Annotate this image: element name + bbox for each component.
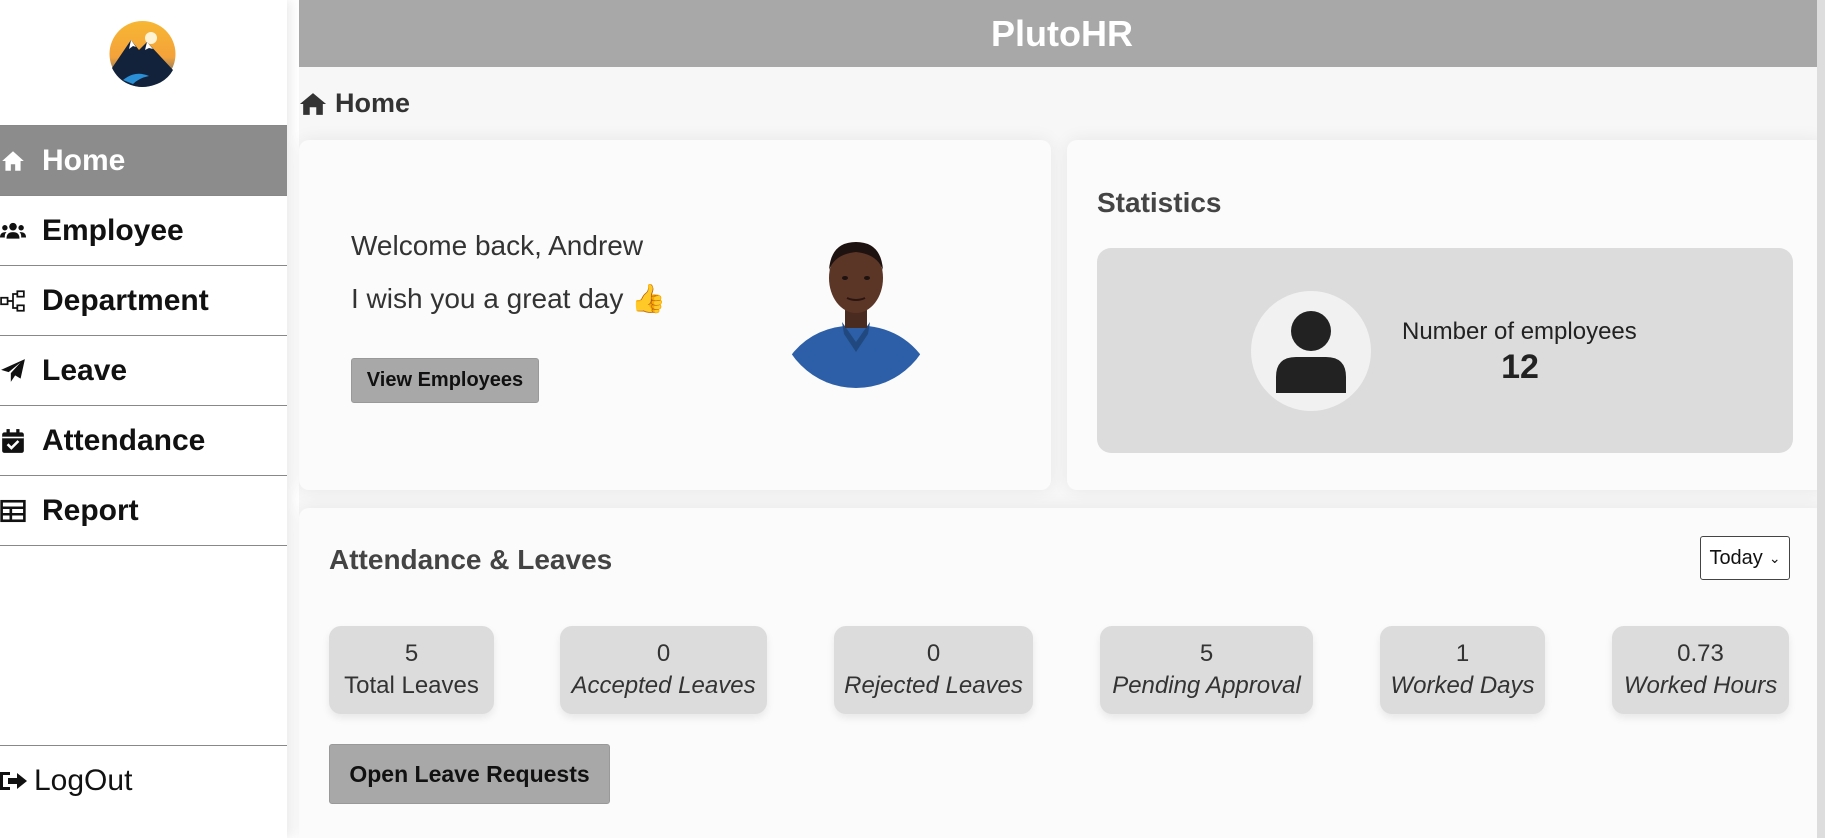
attendance-title: Attendance & Leaves — [329, 544, 613, 575]
open-leave-requests-button[interactable]: Open Leave Requests — [329, 744, 610, 804]
welcome-greeting: Welcome back, Andrew — [351, 230, 644, 261]
sidebar-item-label: Employee — [42, 213, 184, 247]
sidebar: Home Employee Department Leave Attendanc… — [0, 0, 287, 838]
metric-rejected-leaves: 0 Rejected Leaves — [834, 626, 1033, 714]
attendance-leaves-card: Attendance & Leaves Today ⌄ 5 Total Leav… — [299, 508, 1825, 838]
home-icon — [0, 148, 34, 174]
welcome-wish: I wish you a great day 👍 — [351, 283, 667, 314]
main-content: PlutoHR Home Welcome back, Andrew I wish… — [299, 0, 1825, 838]
statistics-title: Statistics — [1097, 187, 1222, 218]
sidebar-item-report[interactable]: Report — [0, 476, 287, 546]
user-icon — [1251, 291, 1371, 411]
sidebar-item-department[interactable]: Department — [0, 266, 287, 336]
scrollbar[interactable] — [1817, 0, 1825, 838]
employee-count-value: 12 — [1501, 348, 1539, 386]
sidebar-item-home[interactable]: Home — [0, 126, 287, 196]
metric-value: 5 — [1199, 640, 1214, 667]
sidebar-item-label: Leave — [42, 353, 128, 387]
employee-count-label: Number of employees — [1402, 318, 1637, 345]
statistics-card: Statistics Number of employees 12 — [1067, 140, 1825, 490]
paper-plane-icon — [0, 358, 34, 384]
period-select-value: Today — [1709, 546, 1763, 569]
users-icon — [0, 218, 34, 244]
app-title: PlutoHR — [991, 12, 1133, 54]
metric-label: Rejected Leaves — [844, 672, 1023, 699]
employee-count-box: Number of employees 12 — [1097, 248, 1793, 453]
app-header: PlutoHR — [299, 0, 1825, 67]
logo — [109, 21, 176, 87]
home-icon — [299, 92, 327, 115]
period-select[interactable]: Today ⌄ — [1700, 536, 1790, 580]
metric-value: 0.73 — [1677, 640, 1724, 667]
metric-accepted-leaves: 0 Accepted Leaves — [560, 626, 767, 714]
view-employees-button[interactable]: View Employees — [351, 358, 539, 403]
metric-label: Accepted Leaves — [571, 672, 756, 699]
metric-worked-days: 1 Worked Days — [1380, 626, 1545, 714]
sidebar-item-label: Home — [42, 143, 126, 177]
chevron-down-icon: ⌄ — [1768, 549, 1781, 566]
sidebar-item-label: Report — [42, 493, 139, 527]
sidebar-item-leave[interactable]: Leave — [0, 336, 287, 406]
table-icon — [0, 498, 34, 524]
metric-label: Pending Approval — [1112, 672, 1301, 699]
sidebar-item-label: Attendance — [42, 423, 206, 457]
sitemap-icon — [0, 288, 34, 314]
breadcrumb-label: Home — [335, 88, 411, 118]
metric-value: 0 — [926, 640, 941, 667]
sidebar-item-label: Department — [42, 283, 209, 317]
logout-label: LogOut — [34, 763, 133, 797]
calendar-check-icon — [0, 428, 34, 454]
sidebar-item-attendance[interactable]: Attendance — [0, 406, 287, 476]
metric-value: 1 — [1455, 640, 1470, 667]
logout-button[interactable]: LogOut — [0, 745, 287, 815]
metric-label: Worked Hours — [1623, 672, 1778, 699]
avatar — [789, 232, 923, 388]
welcome-card: Welcome back, Andrew I wish you a great … — [299, 140, 1051, 490]
metric-label: Total Leaves — [344, 672, 479, 699]
metric-total-leaves: 5 Total Leaves — [329, 626, 494, 714]
metric-pending-approval: 5 Pending Approval — [1100, 626, 1313, 714]
metric-value: 5 — [404, 640, 419, 667]
sidebar-nav: Home Employee Department Leave Attendanc… — [0, 125, 287, 546]
breadcrumb: Home — [299, 88, 410, 119]
sign-out-icon — [0, 768, 34, 794]
sidebar-item-employee[interactable]: Employee — [0, 196, 287, 266]
metric-label: Worked Days — [1390, 672, 1535, 699]
metric-value: 0 — [656, 640, 671, 667]
metric-worked-hours: 0.73 Worked Hours — [1612, 626, 1789, 714]
